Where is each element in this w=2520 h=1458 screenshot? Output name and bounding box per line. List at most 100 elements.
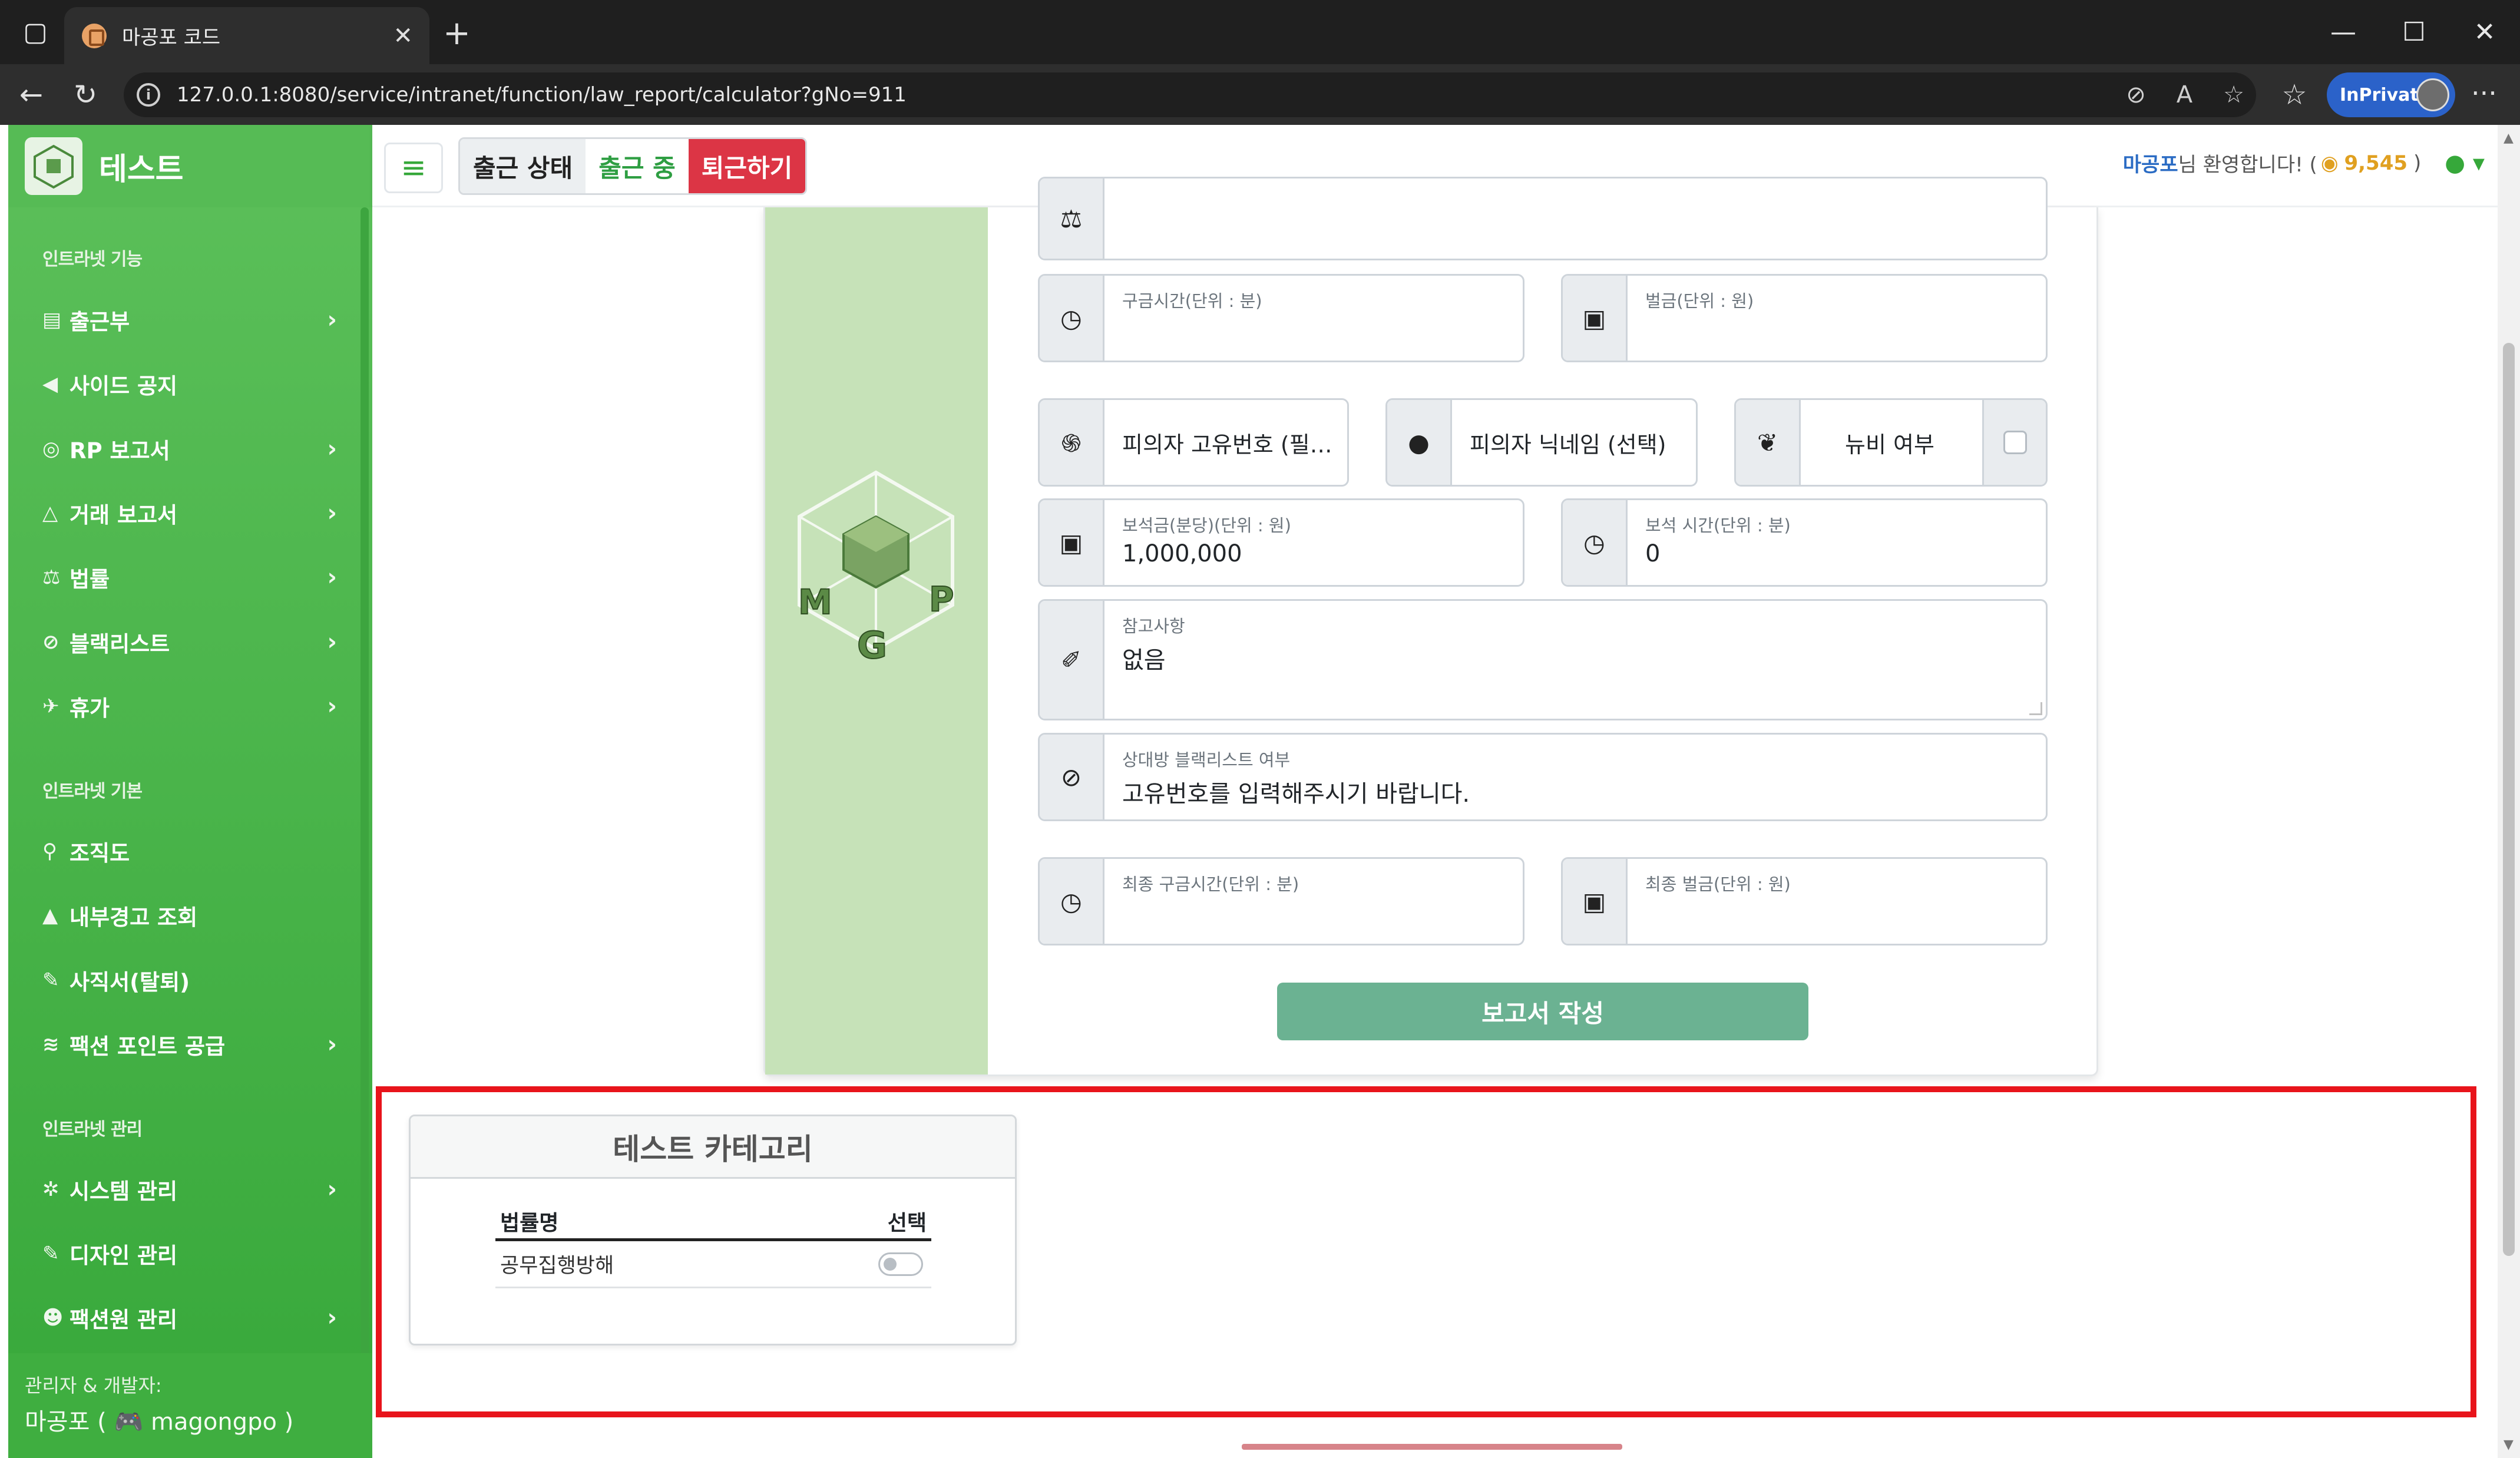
welcome-close: ) — [2413, 151, 2422, 175]
section-heading-functions: 인트라넷 기능 — [42, 249, 143, 270]
favorite-star-icon[interactable]: ☆ — [2223, 81, 2244, 108]
chevron-right-icon: › — [327, 1176, 337, 1203]
final-arrest-time-field[interactable]: ◷ 최종 구금시간(단위 : 분) — [1038, 857, 1524, 945]
bail-time-label: 보석 시간(단위 : 분) — [1645, 515, 1791, 535]
sidebar-item-label: 조직도 — [70, 841, 130, 866]
sidebar-item-label: 내부경고 조회 — [70, 905, 198, 930]
address-bar[interactable]: i 127.0.0.1:8080/service/intranet/functi… — [124, 72, 2256, 117]
notes-textarea[interactable]: ✐ 참고사항 없음 — [1038, 599, 2048, 720]
pen-icon: ✎ — [42, 968, 59, 992]
coins-icon: ≋ — [42, 1033, 59, 1056]
category-title: 테스트 카테고리 — [411, 1116, 1015, 1179]
sidebar-scrollbar[interactable] — [361, 207, 369, 1386]
browser-tab-bar: ▢ 마공포 코드 ✕ + — ☐ ✕ — [0, 0, 2520, 64]
suspect-nickname-input[interactable]: ● 피의자 닉네임 (선택) — [1385, 398, 1698, 487]
back-icon[interactable]: ← — [5, 64, 58, 125]
scroll-down-icon[interactable]: ▼ — [2504, 1437, 2514, 1452]
money-bill-icon: ▣ — [1563, 276, 1628, 361]
fine-field[interactable]: ▣ 벌금(단위 : 원) — [1561, 274, 2048, 362]
blacklist-status-field: ⊘ 상대방 블랙리스트 여부 고유번호를 입력해주시기 바랍니다. — [1038, 733, 2048, 821]
leave-work-button[interactable]: 퇴근하기 — [688, 139, 806, 193]
suspect-id-placeholder: 피의자 고유번호 (필… — [1122, 431, 1332, 458]
fingerprint-icon: ֍ — [1040, 400, 1104, 485]
sidebar-item-label: 사이드 공지 — [70, 373, 178, 399]
close-tab-icon[interactable]: ✕ — [393, 22, 413, 49]
clock-icon: ◷ — [1040, 276, 1104, 361]
sidebar-item-resignation[interactable]: ✎ 사직서(탈퇴) — [42, 957, 337, 1004]
sidebar-brand[interactable]: 테스트 — [8, 125, 372, 207]
newbie-checkbox[interactable] — [1982, 400, 2046, 485]
bail-time-value[interactable]: 0 — [1645, 540, 1660, 567]
law-name-cell: 공무집행방해 — [500, 1254, 614, 1278]
attendance-status-value: 출근 중 — [586, 139, 689, 193]
svg-text:M: M — [798, 582, 832, 622]
write-report-button[interactable]: 보고서 작성 — [1277, 983, 1808, 1040]
clock-icon: ◷ — [1040, 859, 1104, 944]
chevron-right-icon: › — [327, 435, 337, 462]
law-select-toggle[interactable] — [878, 1252, 923, 1276]
page-scrollbar[interactable]: ▲ ▼ — [2498, 125, 2520, 1458]
points-value: 9,545 — [2344, 151, 2408, 175]
sidebar-toggle-icon[interactable]: ▢ — [0, 0, 71, 64]
browser-tab[interactable]: 마공포 코드 ✕ — [64, 7, 429, 64]
bail-amount-field[interactable]: ▣ 보석금(분당)(단위 : 원) 1,000,000 — [1038, 498, 1524, 587]
chevron-right-icon: › — [327, 500, 337, 527]
footer-discord-name[interactable]: magongpo — [151, 1409, 277, 1436]
suspect-id-input[interactable]: ֍ 피의자 고유번호 (필… — [1038, 398, 1349, 487]
section-heading-admin: 인트라넷 관리 — [42, 1119, 143, 1140]
bail-amount-value[interactable]: 1,000,000 — [1122, 540, 1242, 567]
new-tab-icon[interactable]: + — [443, 13, 471, 54]
resize-handle[interactable] — [2029, 702, 2042, 715]
more-menu-icon[interactable]: ··· — [2471, 72, 2497, 117]
minimize-icon[interactable]: — — [2308, 0, 2379, 64]
chevron-right-icon: › — [327, 629, 337, 656]
chevron-right-icon: › — [327, 693, 337, 720]
scroll-up-icon[interactable]: ▲ — [2504, 131, 2514, 146]
table-row: 공무집행방해 — [495, 1241, 931, 1288]
sidebar-item-faction-points[interactable]: ≋ 팩션 포인트 공급 › — [42, 1021, 337, 1068]
ban-icon: ⊘ — [42, 630, 59, 654]
hamburger-menu-icon[interactable]: ≡ — [384, 143, 443, 193]
sidebar-item-system-admin[interactable]: ✲ 시스템 관리 › — [42, 1166, 337, 1213]
arrest-time-field[interactable]: ◷ 구금시간(단위 : 분) — [1038, 274, 1524, 362]
favorites-icon[interactable]: ☆ — [2268, 64, 2321, 125]
brand-logo-icon — [25, 137, 82, 195]
law-select-field[interactable]: ⚖ — [1038, 177, 2048, 260]
final-fine-field[interactable]: ▣ 최종 벌금(단위 : 원) — [1561, 857, 2048, 945]
site-info-icon[interactable]: i — [137, 83, 160, 107]
sidebar-item-side-notice[interactable]: ◀ 사이드 공지 — [42, 361, 337, 408]
sidebar-item-attendance[interactable]: ▤ 출근부 › — [42, 296, 337, 343]
notes-value[interactable]: 없음 — [1122, 641, 1166, 675]
sidebar-item-law[interactable]: ⚖ 법률 › — [42, 554, 337, 601]
reload-icon[interactable]: ↻ — [59, 64, 112, 125]
sidebar-item-internal-warning[interactable]: ▲ 내부경고 조회 — [42, 892, 337, 939]
bottom-partial-button — [1242, 1444, 1622, 1450]
tracking-prevention-icon[interactable]: ⊘ — [2126, 81, 2146, 108]
sidebar-item-label: 휴가 — [70, 696, 110, 721]
user-menu-icon[interactable]: ● ▾ — [2445, 150, 2485, 177]
scale-icon: ⚖ — [1040, 178, 1104, 259]
sidebar-item-rp-report[interactable]: ◎ RP 보고서 › — [42, 425, 337, 472]
chevron-right-icon: › — [327, 306, 337, 333]
sidebar-item-blacklist[interactable]: ⊘ 블랙리스트 › — [42, 619, 337, 666]
maximize-icon[interactable]: ☐ — [2379, 0, 2449, 64]
fine-label: 벌금(단위 : 원) — [1645, 291, 1754, 311]
bail-time-field[interactable]: ◷ 보석 시간(단위 : 분) 0 — [1561, 498, 2048, 587]
sidebar-item-org-chart[interactable]: ⚲ 조직도 — [42, 828, 337, 875]
favicon-icon — [82, 23, 107, 48]
sidebar-item-design-admin[interactable]: ✎ 디자인 관리 — [42, 1230, 337, 1277]
url-text[interactable]: 127.0.0.1:8080/service/intranet/function… — [177, 83, 907, 107]
inprivate-badge[interactable]: InPrivate — [2327, 72, 2455, 117]
read-aloud-icon[interactable]: A — [2177, 81, 2192, 108]
attendance-status-group: 출근 상태 출근 중 퇴근하기 — [458, 137, 808, 195]
close-window-icon[interactable]: ✕ — [2449, 0, 2520, 64]
address-bar-row: ← ↻ i 127.0.0.1:8080/service/intranet/fu… — [0, 64, 2520, 125]
scrollbar-thumb[interactable] — [2503, 343, 2515, 1256]
sidebar-item-vacation[interactable]: ✈ 휴가 › — [42, 683, 337, 730]
flask-icon: △ — [42, 501, 58, 525]
card-logo-panel: M G P — [765, 207, 988, 1075]
sidebar-item-label: 디자인 관리 — [70, 1243, 178, 1268]
sidebar-item-member-admin[interactable]: ☻ 팩션원 관리 › — [42, 1294, 337, 1341]
sidebar-item-trade-report[interactable]: △ 거래 보고서 › — [42, 490, 337, 537]
brand-name: 테스트 — [99, 151, 184, 187]
